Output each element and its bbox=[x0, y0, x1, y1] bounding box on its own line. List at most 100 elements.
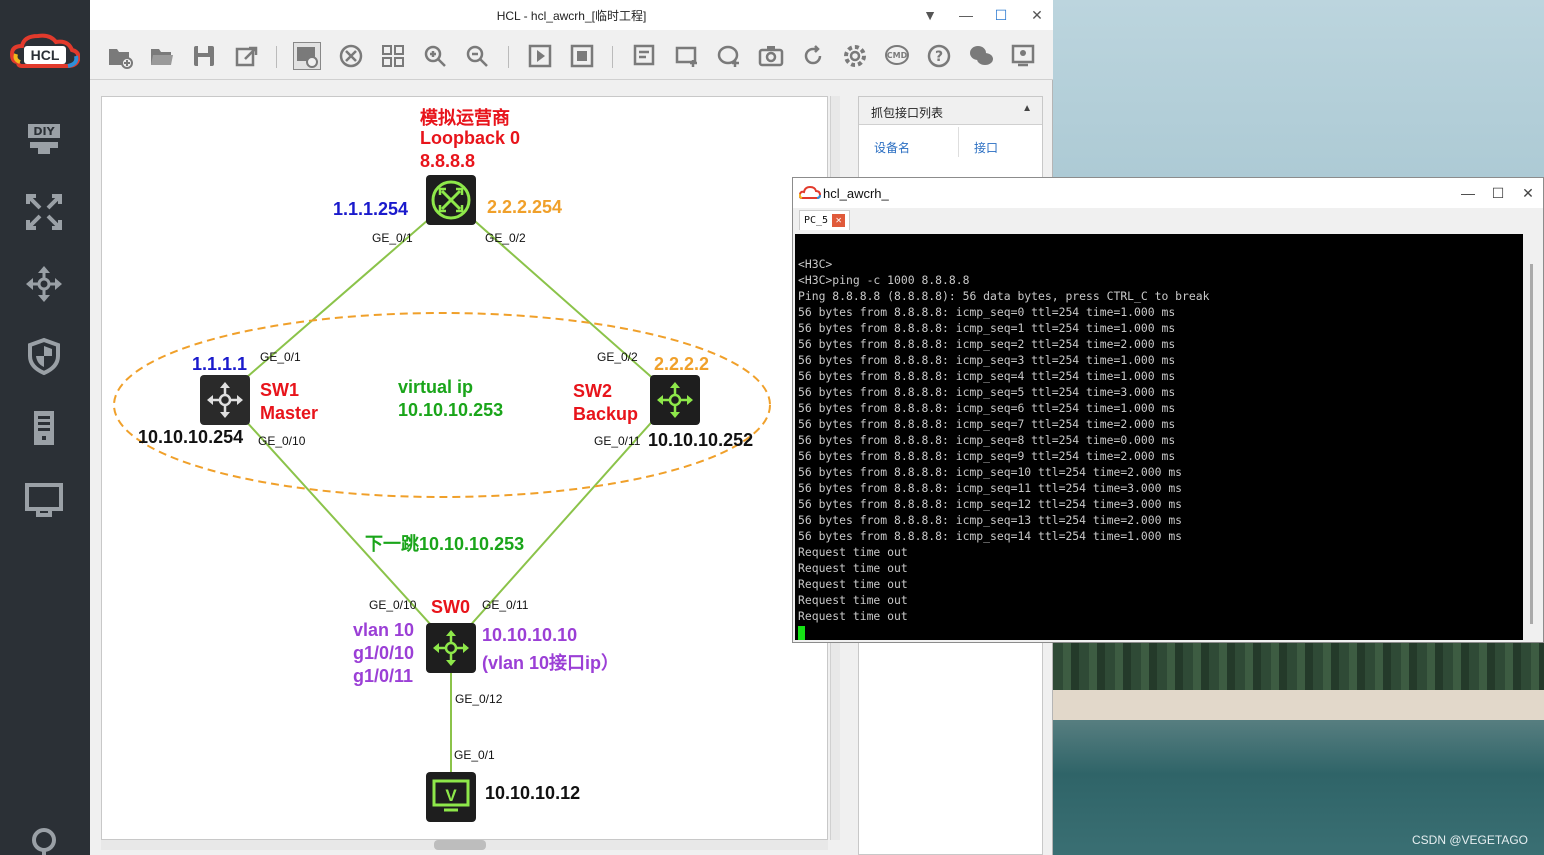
link-operator-sw2 bbox=[450, 199, 675, 398]
terminal-line: Request time out bbox=[798, 609, 908, 623]
sw1-switch-icon bbox=[200, 375, 250, 425]
terminal-line: 56 bytes from 8.8.8.8: icmp_seq=6 ttl=25… bbox=[798, 401, 1176, 415]
operator-port-left: GE_0/1 bbox=[372, 231, 413, 245]
close-button[interactable]: ✕ bbox=[1027, 5, 1047, 25]
topology-icon[interactable] bbox=[337, 42, 365, 70]
collapse-toggle-icon[interactable]: ▲ bbox=[1022, 103, 1032, 114]
scroll-thumb[interactable] bbox=[434, 840, 486, 850]
sw1-port-up: GE_0/1 bbox=[260, 350, 301, 364]
tree-line bbox=[1053, 640, 1544, 690]
open-project-icon[interactable] bbox=[148, 42, 176, 70]
sw2-port-down: GE_0/11 bbox=[594, 434, 641, 448]
operator-right-ip: 2.2.2.254 bbox=[487, 197, 563, 217]
terminal-line: 56 bytes from 8.8.8.8: icmp_seq=10 ttl=2… bbox=[798, 465, 1183, 479]
sw0-ip-note: (vlan 10接口ip） bbox=[482, 653, 620, 673]
terminal-line: 56 bytes from 8.8.8.8: icmp_seq=12 ttl=2… bbox=[798, 497, 1183, 511]
cmd-icon[interactable]: CMD bbox=[883, 42, 911, 70]
terminal-tab-pc5[interactable]: PC_5 ✕ bbox=[799, 210, 851, 230]
feedback-icon[interactable] bbox=[1009, 42, 1037, 70]
security-category-icon[interactable] bbox=[22, 334, 66, 378]
pc-port: GE_0/1 bbox=[454, 748, 495, 762]
new-project-icon[interactable] bbox=[106, 42, 134, 70]
virtual-ip-label: virtual ip bbox=[398, 377, 474, 397]
zoom-out-icon[interactable] bbox=[463, 42, 491, 70]
sw0-vlan: vlan 10 bbox=[353, 620, 415, 640]
refresh-icon[interactable] bbox=[799, 42, 827, 70]
add-rectangle-icon[interactable] bbox=[673, 42, 701, 70]
canvas-horizontal-scrollbar[interactable] bbox=[101, 840, 828, 850]
sw2-switch-icon bbox=[650, 375, 700, 425]
sw0-port-left: GE_0/10 bbox=[369, 598, 417, 612]
topology-canvas[interactable]: V 模拟运营商 Loopback 0 8.8.8.8 1.1.1.254 2.2… bbox=[101, 96, 828, 840]
start-all-icon[interactable] bbox=[526, 42, 554, 70]
operator-port-right: GE_0/2 bbox=[485, 231, 526, 245]
dropdown-icon[interactable]: ▼ bbox=[920, 5, 940, 25]
operator-left-ip: 1.1.1.254 bbox=[333, 199, 409, 219]
terminal-line: 56 bytes from 8.8.8.8: icmp_seq=0 ttl=25… bbox=[798, 305, 1176, 319]
terminal-output[interactable]: <H3C> <H3C>ping -c 1000 8.8.8.8 Ping 8.8.8… bbox=[795, 234, 1523, 640]
diy-icon[interactable]: DIY bbox=[22, 118, 66, 162]
terminal-line: Request time out bbox=[798, 577, 908, 591]
hcl-cloud-icon bbox=[799, 186, 821, 199]
svg-text:V: V bbox=[445, 786, 457, 805]
terminal-category-icon[interactable] bbox=[22, 478, 66, 522]
wechat-icon[interactable] bbox=[967, 42, 995, 70]
screenshot-icon[interactable] bbox=[757, 42, 785, 70]
help-icon[interactable]: ? bbox=[925, 42, 953, 70]
show-interfaces-icon[interactable] bbox=[293, 42, 321, 70]
operator-ip: 8.8.8.8 bbox=[420, 151, 476, 171]
sw1-bottom-ip: 10.10.10.254 bbox=[138, 427, 244, 447]
grid-icon[interactable] bbox=[379, 42, 407, 70]
terminal-line: Ping 8.8.8.8 (8.8.8.8): 56 data bytes, p… bbox=[798, 289, 1210, 303]
save-as-icon[interactable] bbox=[232, 42, 260, 70]
terminal-title: hcl_awcrh_ bbox=[823, 186, 889, 201]
switch-category-icon[interactable] bbox=[22, 262, 66, 306]
terminal-line: <H3C>ping -c 1000 8.8.8.8 bbox=[798, 273, 970, 287]
zoom-in-icon[interactable] bbox=[421, 42, 449, 70]
add-ellipse-icon[interactable] bbox=[715, 42, 743, 70]
window-title: HCL - hcl_awcrh_[临时工程] bbox=[496, 9, 647, 23]
pc-host-icon: V bbox=[426, 772, 476, 822]
add-note-icon[interactable] bbox=[631, 42, 659, 70]
terminal-line: Request time out bbox=[798, 593, 908, 607]
column-device-name[interactable]: 设备名 bbox=[874, 139, 910, 156]
operator-name: 模拟运营商 bbox=[420, 108, 510, 129]
hcl-logo: HCL bbox=[9, 32, 81, 72]
terminal-line: Request time out bbox=[798, 545, 908, 559]
terminal-maximize-button[interactable]: ☐ bbox=[1487, 183, 1509, 203]
maximize-button[interactable]: ☐ bbox=[991, 5, 1011, 25]
sw1-name: SW1 bbox=[260, 380, 300, 400]
terminal-close-button[interactable]: ✕ bbox=[1517, 183, 1539, 203]
terminal-scroll-thumb[interactable] bbox=[1530, 264, 1533, 624]
sw1-top-ip: 1.1.1.1 bbox=[192, 354, 248, 374]
terminal-minimize-button[interactable]: — bbox=[1457, 183, 1479, 203]
terminal-tab-label: PC_5 bbox=[804, 215, 829, 226]
terminal-line: 56 bytes from 8.8.8.8: icmp_seq=7 ttl=25… bbox=[798, 417, 1176, 431]
main-toolbar: CMD ? bbox=[90, 30, 1053, 80]
sw2-port-up: GE_0/2 bbox=[597, 350, 638, 364]
terminal-line: 56 bytes from 8.8.8.8: icmp_seq=2 ttl=25… bbox=[798, 337, 1176, 351]
terminal-cursor bbox=[798, 625, 805, 640]
pc-ip: 10.10.10.12 bbox=[485, 783, 581, 803]
settings-icon[interactable] bbox=[841, 42, 869, 70]
svg-text:HCL: HCL bbox=[31, 47, 60, 63]
server-category-icon[interactable] bbox=[22, 406, 66, 450]
tab-close-icon[interactable]: ✕ bbox=[832, 213, 846, 227]
save-icon[interactable] bbox=[190, 42, 218, 70]
terminal-line: 56 bytes from 8.8.8.8: icmp_seq=8 ttl=25… bbox=[798, 433, 1176, 447]
sw0-interface-1: g1/0/10 bbox=[353, 643, 415, 663]
svg-text:CMD: CMD bbox=[887, 51, 908, 60]
column-interface[interactable]: 接口 bbox=[974, 139, 998, 156]
sw2-name: SW2 bbox=[573, 381, 613, 401]
terminal-scrollbar[interactable] bbox=[1525, 234, 1541, 640]
sw0-port-down: GE_0/12 bbox=[455, 692, 503, 706]
minimize-button[interactable]: — bbox=[956, 5, 976, 25]
search-device-icon[interactable] bbox=[22, 822, 66, 855]
stop-all-icon[interactable] bbox=[568, 42, 596, 70]
terminal-window: hcl_awcrh_ — ☐ ✕ PC_5 ✕ <H3C> <H3C>ping -c… bbox=[792, 177, 1544, 643]
topology-links: V bbox=[113, 175, 771, 822]
operator-router-icon bbox=[426, 175, 476, 225]
router-category-icon[interactable] bbox=[22, 190, 66, 234]
main-titlebar: HCL - hcl_awcrh_[临时工程] ▼ — ☐ ✕ bbox=[90, 0, 1053, 30]
sw1-role: Master bbox=[260, 403, 319, 423]
